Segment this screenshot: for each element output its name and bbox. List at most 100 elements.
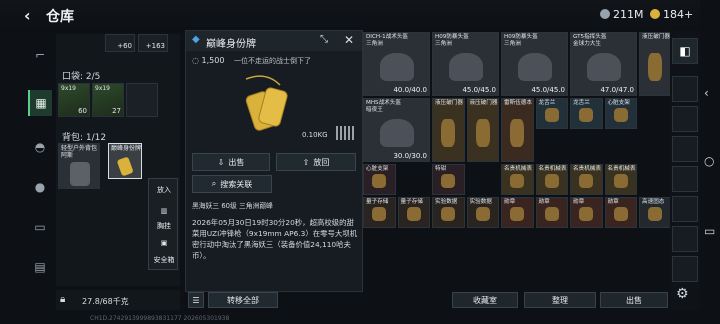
chevron-left-icon[interactable]: ‹ <box>24 6 31 25</box>
storage-item[interactable]: 特钳 <box>432 164 465 195</box>
storage-item-name: 量子存储 <box>366 199 389 205</box>
storage-item[interactable]: 心脏支架 <box>363 164 396 195</box>
storage-tab[interactable] <box>672 106 698 132</box>
collection-button[interactable]: 收藏室 <box>452 292 518 308</box>
item-icon <box>372 173 387 188</box>
storage-item[interactable]: 液压破门器 <box>639 32 672 96</box>
detail-header: ◆ 巅峰身份牌 ⤡ ✕ <box>186 31 362 51</box>
ammo-slot[interactable]: +60 <box>105 34 135 52</box>
item-icon <box>613 173 628 188</box>
storage-tab-main[interactable]: ◧ <box>672 38 698 64</box>
sell-all-button[interactable]: 出售 <box>600 292 668 308</box>
dog-tag-icon <box>117 157 133 176</box>
storage-item[interactable]: GT5指挥头盔 金球力大生 47.0/47.0 <box>570 32 637 96</box>
backpack-item[interactable]: 轻型户外背包 阿斯 <box>58 143 100 189</box>
storage-item[interactable]: 勋章 <box>535 197 568 228</box>
box-icon[interactable]: ▭ <box>28 214 52 240</box>
transfer-all-button[interactable]: 转移全部 <box>208 292 278 308</box>
storage-tab[interactable] <box>672 166 698 192</box>
storage-tab[interactable] <box>672 256 698 282</box>
close-icon[interactable]: ✕ <box>344 33 354 47</box>
safe-box-icon[interactable]: ▣ <box>149 239 179 247</box>
chest-rig-icon[interactable]: ▥ <box>149 207 179 215</box>
dog-tag-image <box>245 75 288 131</box>
item-description: 2026年05月30日19时30分20秒，超高校级的甜菜用UZI冲锋枪（9x19… <box>192 218 358 260</box>
item-icon <box>510 173 525 188</box>
armor-icon[interactable]: ▤ <box>28 254 52 280</box>
storage-item[interactable]: H09防暴头盔 三角洲 45.0/45.0 <box>501 32 568 96</box>
price-value: ◌ 1,500 <box>192 56 225 65</box>
storage-item-name: DICH-1战术头盔 <box>366 34 409 40</box>
dog-tag-slot[interactable]: 巅峰身份牌 <box>108 143 142 179</box>
storage-item[interactable]: 心脏支架 <box>604 98 637 129</box>
storage-item[interactable]: 雷斯伍德本 <box>501 98 534 162</box>
storage-item-name: 勋章 <box>573 199 585 205</box>
backpack-icon[interactable]: ▦ <box>28 90 52 116</box>
storage-item[interactable]: 勋章 <box>501 197 534 228</box>
back-nav-icon[interactable]: ‹ <box>704 86 709 100</box>
sell-icon: ⇩ <box>217 157 225 167</box>
storage-item[interactable]: 名贵机械表 <box>501 164 534 195</box>
chest-rig-button[interactable]: 胸挂 <box>149 221 179 231</box>
item-title: 巅峰身份牌 <box>206 39 256 50</box>
storage-tab[interactable] <box>672 76 698 102</box>
item-icon <box>579 107 594 122</box>
page-title: 仓库 <box>46 9 74 25</box>
storage-item-name: H09防暴头盔 <box>504 34 538 40</box>
item-icon <box>372 206 387 221</box>
storage-item[interactable]: 液压破门器 <box>466 98 499 162</box>
storage-item-name: H09防暴头盔 <box>435 34 469 40</box>
storage-tab[interactable] <box>672 226 698 252</box>
search-related-button[interactable]: ⌕ 搜索关联 <box>192 175 272 193</box>
storage-item[interactable]: 勋章 <box>604 197 637 228</box>
storage-item[interactable]: 实验数据 <box>432 197 465 228</box>
pistol-icon[interactable]: ⌐ <box>28 42 52 68</box>
helmet-icon[interactable]: ◓ <box>28 134 52 160</box>
pouch-item[interactable]: 9x19 60 <box>58 83 90 117</box>
storage-item-name: 实验数据 <box>469 199 492 205</box>
storage-item[interactable]: 龙舌兰 <box>570 98 603 129</box>
storage-item[interactable]: MHS战术头盔 暗夜王 30.0/30.0 <box>363 98 430 162</box>
storage-item[interactable]: H09防暴头盔 三角洲 45.0/45.0 <box>432 32 499 96</box>
ammo-slot[interactable]: +163 <box>138 34 168 52</box>
storage-item[interactable]: 量子存储 <box>397 197 430 228</box>
item-icon <box>510 119 525 148</box>
home-nav-icon[interactable]: ○ <box>704 154 714 168</box>
storage-item[interactable]: 高速固态 <box>639 197 672 228</box>
pouch-item[interactable]: 9x19 27 <box>92 83 124 117</box>
storage-item[interactable]: 实验数据 <box>466 197 499 228</box>
item-icon <box>544 206 559 221</box>
storage-item[interactable]: DICH-1战术头盔 三角洲 40.0/40.0 <box>363 32 430 96</box>
pouch-empty-slot[interactable] <box>126 83 158 117</box>
collapse-icon[interactable]: ⤡ <box>320 34 328 45</box>
safe-box-button[interactable]: 安全箱 <box>149 255 179 265</box>
storage-item-sub: 暗夜王 <box>366 107 383 113</box>
grid-size-icon <box>336 126 354 140</box>
storage-item[interactable]: 名贵机械表 <box>570 164 603 195</box>
organize-button[interactable]: 整理 <box>524 292 596 308</box>
storage-item[interactable]: 龙舌兰 <box>535 98 568 129</box>
currency-gold[interactable]: 184+ <box>650 8 693 21</box>
recents-nav-icon[interactable]: ▭ <box>704 224 715 238</box>
storage-item-durability: 30.0/30.0 <box>393 152 427 160</box>
item-icon <box>448 53 483 82</box>
storage-item[interactable]: 量子存储 <box>363 197 396 228</box>
storage-tab[interactable] <box>672 196 698 222</box>
storage-item[interactable]: 勋章 <box>570 197 603 228</box>
item-icon <box>475 119 490 148</box>
storage-item[interactable]: 名贵机械表 <box>604 164 637 195</box>
list-icon[interactable]: ☰ <box>188 292 204 308</box>
item-icon <box>441 119 456 148</box>
item-icon <box>441 173 456 188</box>
grenade-icon[interactable]: ● <box>28 174 52 200</box>
storage-tabs: ◧ ⚙ <box>670 30 700 310</box>
sell-button[interactable]: ⇩ 出售 <box>192 153 270 171</box>
storage-item[interactable]: 名贵机械表 <box>535 164 568 195</box>
storage-item-name: 高速固态 <box>642 199 665 205</box>
storage-item[interactable]: 液压破门器 <box>432 98 465 162</box>
left-nav: ⌐ ▦ ◓ ● ▭ ▤ <box>28 34 52 299</box>
lock-icon[interactable]: 🔒︎ <box>60 294 65 305</box>
storage-tab[interactable] <box>672 136 698 162</box>
put-back-button[interactable]: ⇧ 放回 <box>276 153 356 171</box>
gear-icon[interactable]: ⚙ <box>676 286 689 302</box>
